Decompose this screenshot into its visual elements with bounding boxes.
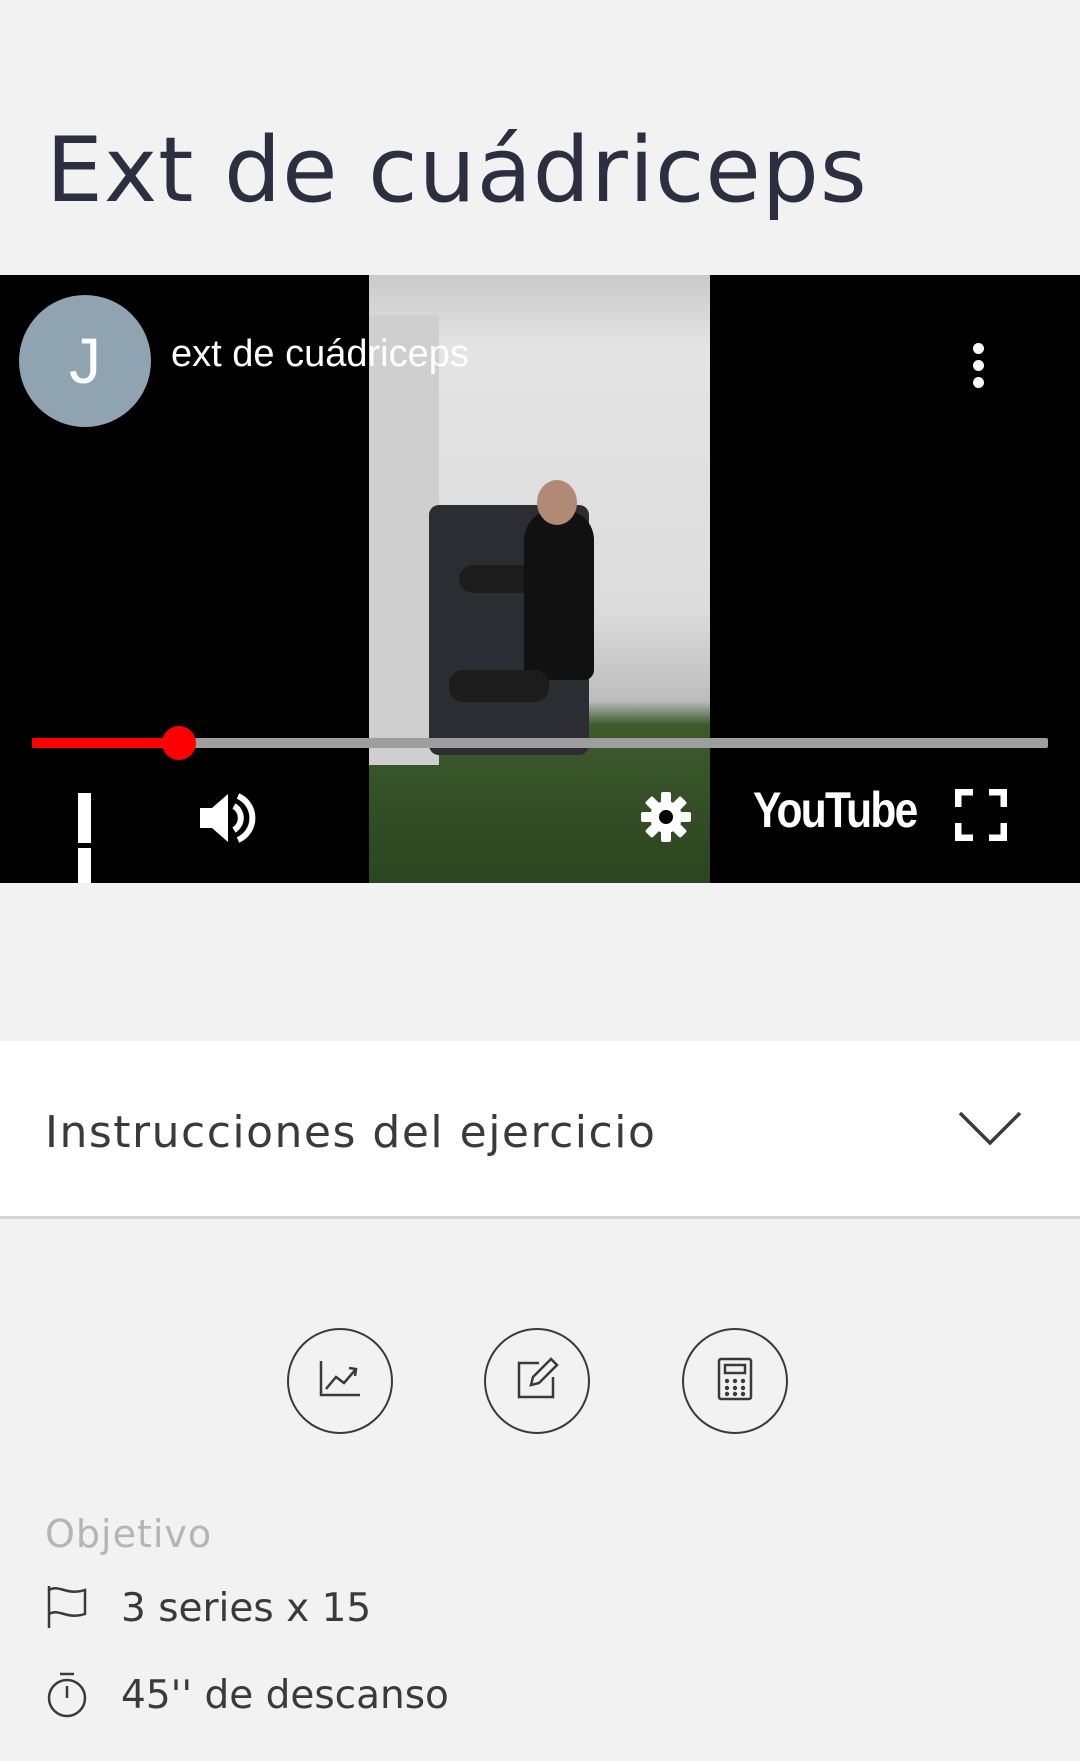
youtube-logo[interactable]: YouTube xyxy=(753,781,918,839)
rest-text: 45'' de descanso xyxy=(121,1673,449,1718)
instructions-accordion[interactable]: Instrucciones del ejercicio xyxy=(0,1041,1080,1219)
video-title[interactable]: ext de cuádriceps xyxy=(171,333,469,376)
stopwatch-icon xyxy=(45,1671,89,1729)
chart-line-icon xyxy=(318,1359,362,1404)
flag-icon xyxy=(45,1584,89,1640)
pause-button[interactable] xyxy=(78,793,122,883)
machine-pad-lower xyxy=(449,670,549,702)
edit-icon xyxy=(515,1356,559,1406)
calculator-button[interactable] xyxy=(682,1328,788,1434)
person-head xyxy=(537,480,577,525)
settings-gear-icon[interactable] xyxy=(640,791,692,848)
calculator-icon xyxy=(716,1357,754,1406)
series-text: 3 series x 15 xyxy=(121,1586,372,1631)
person xyxy=(524,510,594,680)
objective-heading: Objetivo xyxy=(45,1512,213,1556)
page-title: Ext de cuádriceps xyxy=(46,118,868,223)
progress-fill xyxy=(32,738,179,748)
chevron-down-icon[interactable] xyxy=(958,1109,1022,1154)
video-player[interactable]: J ext de cuádriceps YouTube xyxy=(0,275,1080,883)
edit-button[interactable] xyxy=(484,1328,590,1434)
progress-chart-button[interactable] xyxy=(287,1328,393,1434)
fullscreen-icon[interactable] xyxy=(954,788,1008,846)
more-options-icon[interactable] xyxy=(970,343,986,393)
progress-handle[interactable] xyxy=(162,726,196,760)
accordion-label: Instrucciones del ejercicio xyxy=(45,1107,657,1158)
volume-icon[interactable] xyxy=(198,790,258,851)
channel-avatar[interactable]: J xyxy=(19,295,151,427)
